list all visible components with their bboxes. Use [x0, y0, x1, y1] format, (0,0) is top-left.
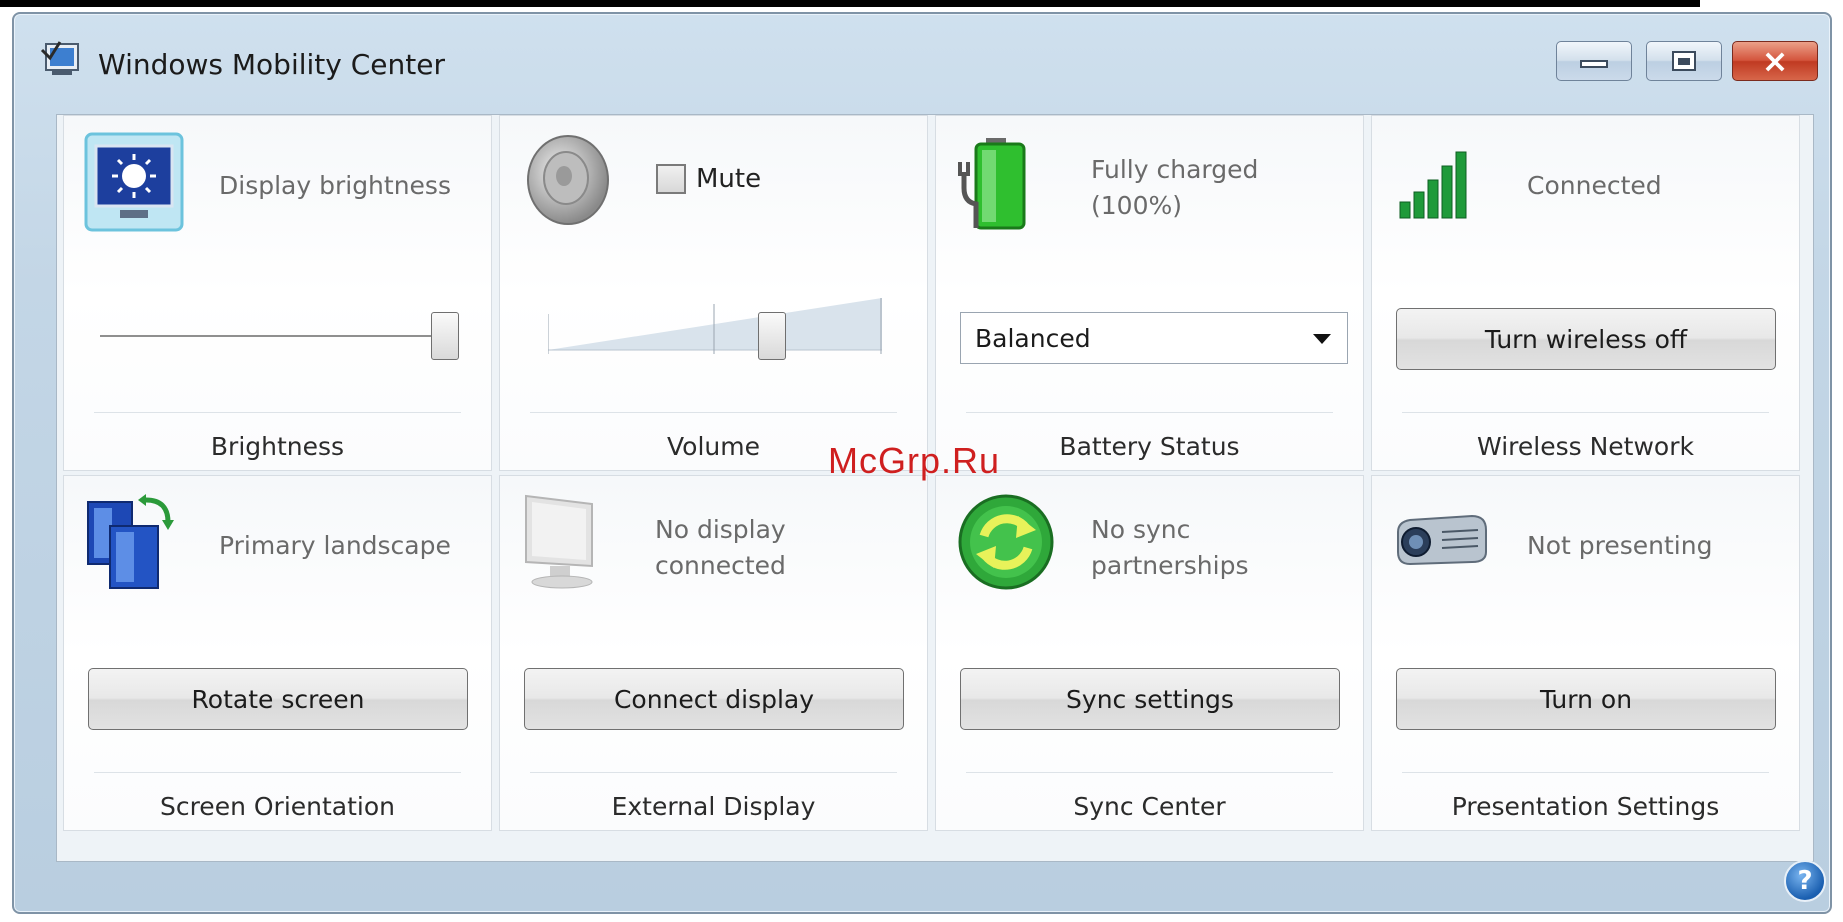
brightness-caption: Brightness	[210, 432, 345, 461]
orientation-status: Primary landscape	[219, 531, 451, 560]
brightness-slider-thumb[interactable]	[431, 312, 460, 360]
volume-slider-track[interactable]	[548, 294, 882, 356]
connect-display-button[interactable]: Connect display	[524, 668, 904, 730]
sync-caption: Sync Center	[1073, 792, 1226, 821]
battery-status: Fully charged (100%)	[1091, 152, 1351, 224]
external-display-status: No display connected	[655, 512, 915, 584]
rotate-screen-icon	[87, 494, 174, 589]
volume-slider-thumb[interactable]	[757, 312, 786, 360]
presentation-status: Not presenting	[1527, 531, 1713, 560]
tile-wireless: Connected Turn wireless off Wireless Net…	[1371, 115, 1800, 471]
maximize-icon	[1672, 51, 1696, 71]
projector-icon	[1397, 514, 1487, 566]
tile-separator	[966, 412, 1333, 413]
signal-strength-icon	[1399, 151, 1467, 219]
sync-status-line1: No sync	[1091, 515, 1191, 544]
mute-toggle[interactable]: Mute	[656, 164, 761, 194]
minimize-icon	[1580, 60, 1608, 68]
speaker-icon	[527, 135, 609, 225]
external-display-status-line2: connected	[655, 551, 786, 580]
external-display-status-line1: No display	[655, 515, 786, 544]
brightness-slider-track[interactable]	[100, 335, 456, 337]
external-display-caption: External Display	[611, 792, 816, 821]
tile-external-display: No display connected Connect display Ext…	[499, 475, 928, 831]
tile-separator	[94, 772, 461, 773]
mute-label: Mute	[696, 164, 762, 194]
sync-status: No sync partnerships	[1091, 512, 1351, 584]
power-plan-value: Balanced	[975, 323, 1091, 353]
tile-separator	[1402, 772, 1769, 773]
power-plan-select[interactable]: Balanced	[960, 312, 1348, 364]
sync-status-line2: partnerships	[1091, 551, 1249, 580]
tile-separator	[1402, 412, 1769, 413]
maximize-button[interactable]	[1646, 41, 1722, 81]
help-button[interactable]: ?	[1784, 860, 1826, 902]
watermark-text: McGrp.Ru	[828, 440, 1001, 481]
close-icon: ×	[1761, 42, 1789, 80]
battery-status-line1: Fully charged	[1091, 155, 1259, 184]
tile-sync-center: No sync partnerships Sync settings Sync …	[935, 475, 1364, 831]
help-icon: ?	[1797, 866, 1813, 896]
battery-status-line2: (100%)	[1091, 191, 1182, 220]
turn-wireless-off-button[interactable]: Turn wireless off	[1396, 308, 1776, 370]
tiles-panel: Display brightness Brightness Mute Volum…	[56, 114, 1814, 862]
display-brightness-icon	[84, 132, 184, 232]
tile-brightness: Display brightness Brightness	[63, 115, 492, 471]
tile-screen-orientation: Primary landscape Rotate screen Screen O…	[63, 475, 492, 831]
tile-presentation-settings: Not presenting Turn on Presentation Sett…	[1371, 475, 1800, 831]
tile-battery: Fully charged (100%) Balanced Battery St…	[935, 115, 1364, 471]
mute-checkbox[interactable]	[656, 164, 686, 194]
mobility-center-icon	[40, 41, 79, 75]
tile-separator	[94, 412, 461, 413]
monitor-icon	[525, 494, 593, 589]
presentation-caption: Presentation Settings	[1451, 792, 1720, 821]
close-button[interactable]: ×	[1732, 41, 1818, 81]
orientation-caption: Screen Orientation	[159, 792, 396, 821]
screen-top-edge	[0, 0, 1700, 7]
minimize-button[interactable]	[1556, 41, 1632, 81]
turn-on-presentation-button[interactable]: Turn on	[1396, 668, 1776, 730]
chevron-down-icon[interactable]	[1313, 334, 1331, 344]
wireless-status: Connected	[1527, 171, 1662, 200]
rotate-screen-button[interactable]: Rotate screen	[88, 668, 468, 730]
sync-icon	[958, 494, 1054, 590]
tile-separator	[530, 412, 897, 413]
battery-caption: Battery Status	[1059, 432, 1240, 461]
brightness-status: Display brightness	[219, 171, 451, 200]
wireless-caption: Wireless Network	[1477, 432, 1694, 461]
window-title: Windows Mobility Center	[98, 48, 445, 81]
tile-volume: Mute Volume	[499, 115, 928, 471]
tile-separator	[966, 772, 1333, 773]
title-bar[interactable]: Windows Mobility Center ×	[14, 14, 1830, 96]
battery-plug-icon	[958, 138, 1026, 230]
sync-settings-button[interactable]: Sync settings	[960, 668, 1340, 730]
tile-separator	[530, 772, 897, 773]
